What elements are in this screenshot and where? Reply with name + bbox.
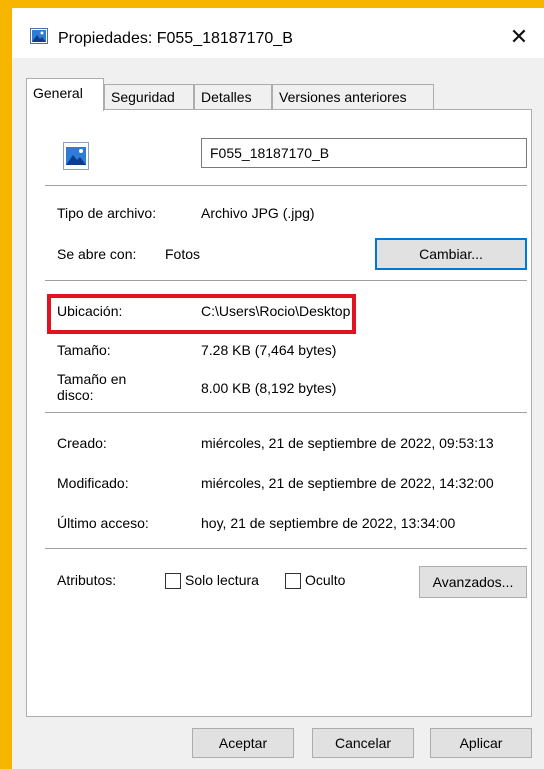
file-name-input[interactable] [201, 138, 527, 168]
opens-with-label: Se abre con: [57, 246, 137, 262]
hidden-checkbox[interactable] [285, 573, 301, 589]
separator [45, 548, 527, 549]
ok-button[interactable]: Aceptar [192, 728, 294, 758]
tab-security[interactable]: Seguridad [104, 84, 194, 110]
apply-button[interactable]: Aplicar [430, 728, 532, 758]
close-icon: ✕ [509, 24, 529, 49]
created-value: miércoles, 21 de septiembre de 2022, 09:… [201, 435, 494, 451]
file-type-value: Archivo JPG (.jpg) [201, 205, 315, 221]
readonly-checkbox[interactable] [165, 573, 181, 589]
location-label: Ubicación: [57, 303, 123, 319]
size-on-disk-label-line1: Tamaño en [57, 371, 127, 387]
separator [45, 280, 527, 281]
accessed-label: Último acceso: [57, 515, 149, 531]
readonly-label[interactable]: Solo lectura [185, 572, 259, 588]
opens-with-value: Fotos [165, 246, 201, 262]
size-label: Tamaño: [57, 342, 111, 358]
size-on-disk-label: Tamaño en disco: [57, 371, 126, 403]
title-bar: Propiedades: F055_18187170_B ✕ [12, 8, 544, 58]
general-panel: Tipo de archivo: Archivo JPG (.jpg) Se a… [26, 109, 532, 717]
tab-general[interactable]: General [26, 78, 104, 111]
modified-value: miércoles, 21 de septiembre de 2022, 14:… [201, 475, 494, 491]
image-file-icon [63, 142, 89, 170]
close-button[interactable]: ✕ [508, 26, 530, 48]
change-button[interactable]: Cambiar... [375, 238, 527, 270]
window-title: Propiedades: F055_18187170_B [58, 30, 293, 47]
image-file-icon [30, 28, 48, 44]
accessed-value: hoy, 21 de septiembre de 2022, 13:34:00 [201, 515, 456, 531]
hidden-label[interactable]: Oculto [305, 572, 345, 588]
advanced-button[interactable]: Avanzados... [419, 566, 527, 598]
cancel-button[interactable]: Cancelar [312, 728, 414, 758]
file-type-label: Tipo de archivo: [57, 205, 157, 221]
size-value: 7.28 KB (7,464 bytes) [201, 342, 337, 358]
attributes-label: Atributos: [57, 572, 117, 588]
separator [45, 412, 527, 413]
size-on-disk-value: 8.00 KB (8,192 bytes) [201, 380, 337, 396]
created-label: Creado: [57, 435, 107, 451]
separator [45, 185, 527, 186]
modified-label: Modificado: [57, 475, 129, 491]
size-on-disk-label-line2: disco: [57, 387, 94, 403]
tab-details[interactable]: Detalles [194, 84, 272, 110]
tab-previous-versions[interactable]: Versiones anteriores [272, 84, 434, 110]
properties-window: Propiedades: F055_18187170_B ✕ General S… [12, 8, 544, 769]
location-value: C:\Users\Rocio\Desktop [201, 303, 351, 319]
